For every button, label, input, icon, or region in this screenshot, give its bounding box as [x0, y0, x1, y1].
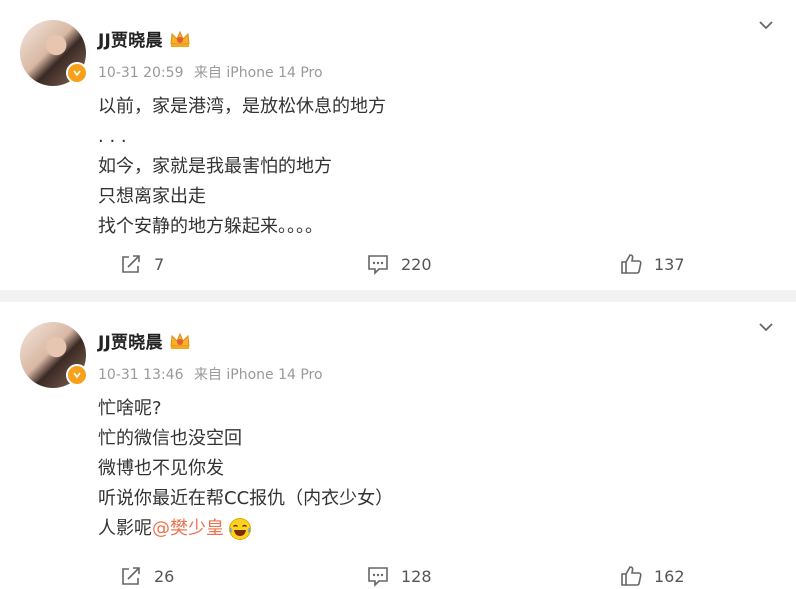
text-line: 听说你最近在帮CC报仇（内衣少女） — [98, 488, 394, 509]
text-line: 忙啥呢? — [98, 398, 162, 419]
share-icon — [122, 567, 140, 585]
post-time[interactable]: 10-31 20:59 — [98, 65, 183, 81]
comment-count: 220 — [401, 254, 432, 274]
share-icon — [122, 255, 140, 273]
like-count: 162 — [654, 566, 685, 586]
text-line: 以前，家是港湾，是放松休息的地方 — [98, 96, 386, 117]
post-time[interactable]: 10-31 13:46 — [98, 367, 183, 383]
text-line: 找个安静的地方躲起来。。。。 — [98, 216, 323, 237]
like-button[interactable]: 137 — [620, 253, 685, 275]
text-line: 人影呢@樊少皇 — [98, 514, 393, 544]
laughing-emoji-icon — [229, 518, 251, 540]
like-button[interactable]: 162 — [620, 565, 685, 587]
post-source: 来自 iPhone 14 Pro — [193, 65, 323, 81]
text-line: 只想离家出走 — [98, 186, 206, 207]
comment-button[interactable]: 128 — [367, 565, 432, 587]
mention-link[interactable]: @樊少皇 — [152, 518, 224, 539]
chevron-down-icon[interactable] — [758, 17, 774, 33]
verified-badge-icon — [66, 364, 88, 386]
thumbs-up-icon — [621, 254, 642, 274]
verified-badge-icon — [66, 62, 88, 84]
thumbs-up-icon — [621, 566, 642, 586]
avatar[interactable] — [20, 322, 88, 388]
post-text: 忙啥呢? 忙的微信也没空回 微博也不见你发 听说你最近在帮CC报仇（内衣少女） … — [98, 394, 393, 544]
share-button[interactable]: 26 — [120, 565, 174, 587]
weibo-post-2: JJ贾晓晨 10-31 13:46 来自 iPhone 14 Pro 忙啥呢? … — [0, 302, 796, 588]
avatar[interactable] — [20, 20, 88, 86]
post-meta: 10-31 20:59 来自 iPhone 14 Pro — [98, 62, 329, 82]
post-source: 来自 iPhone 14 Pro — [193, 367, 323, 383]
post-text: 以前，家是港湾，是放松休息的地方 . . . 如今，家就是我最害怕的地方 只想离… — [98, 92, 386, 242]
weibo-post-1: JJ贾晓晨 10-31 20:59 来自 iPhone 14 Pro 以前，家是… — [0, 0, 796, 290]
crown-badge-icon[interactable] — [169, 29, 191, 49]
text-line: . . . — [98, 126, 127, 147]
chevron-down-icon[interactable] — [758, 319, 774, 335]
share-count: 26 — [154, 566, 175, 586]
share-count: 7 — [154, 254, 165, 274]
comment-icon — [368, 567, 388, 587]
comment-icon — [368, 255, 388, 275]
text-line: 忙的微信也没空回 — [98, 428, 242, 449]
action-bar: 26 128 162 — [0, 565, 796, 589]
author-name[interactable]: JJ贾晓晨 — [98, 26, 163, 51]
text-line: 如今，家就是我最害怕的地方 — [98, 156, 332, 177]
action-bar: 7 220 137 — [0, 253, 796, 277]
text-segment: 人影呢 — [98, 518, 152, 539]
text-line: 微博也不见你发 — [98, 458, 224, 479]
post-meta: 10-31 13:46 来自 iPhone 14 Pro — [98, 364, 329, 384]
author-name[interactable]: JJ贾晓晨 — [98, 328, 163, 353]
crown-badge-icon[interactable] — [169, 331, 191, 351]
share-button[interactable]: 7 — [120, 253, 164, 275]
comment-button[interactable]: 220 — [367, 253, 432, 275]
comment-count: 128 — [401, 566, 432, 586]
post-divider — [0, 290, 796, 302]
like-count: 137 — [654, 254, 685, 274]
